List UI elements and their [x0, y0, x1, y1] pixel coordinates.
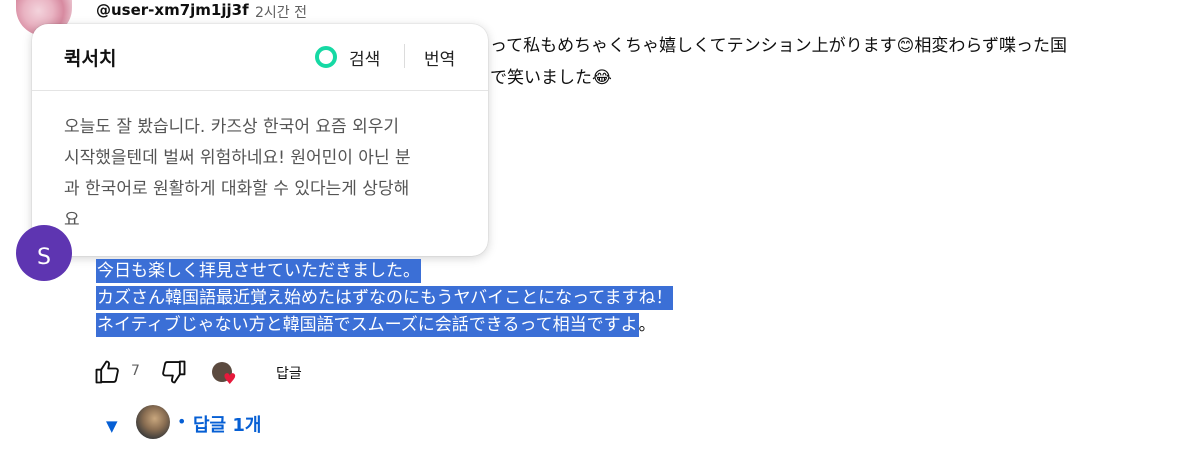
chevron-down-icon[interactable]: ▼ — [106, 417, 118, 435]
reply-button[interactable]: 답글 — [276, 363, 302, 383]
quick-search-popup: 퀵서치 검색 번역 오늘도 잘 봤습니다. 카즈상 한국어 요즘 외우기 시작했… — [32, 24, 488, 256]
comment-text: って私もめちゃくちゃ嬉しくてテンション上がります😊相変わらず喋った国 で笑いまし… — [490, 30, 1180, 94]
translation-text: 오늘도 잘 봤습니다. 카즈상 한국어 요즘 외우기 시작했을텐데 벌써 위험하… — [64, 112, 469, 236]
view-replies-button[interactable]: 답글 1개 — [193, 411, 261, 437]
translation-line: 과 한국어로 원활하게 대화할 수 있다는게 상당해 — [64, 179, 410, 199]
translation-line: 요 — [64, 210, 80, 230]
reply-author-avatar — [136, 405, 170, 439]
comment-text-selected: 今日も楽しく拝見させていただきました。 カズさん韓国語最近覚え始めたはずなのにも… — [96, 258, 674, 339]
thumbs-up-icon[interactable] — [93, 358, 121, 386]
heart-icon: ♥ — [223, 370, 237, 388]
search-radio-icon[interactable] — [315, 46, 337, 68]
separator-dot: • — [177, 412, 187, 431]
translation-line: 오늘도 잘 봤습니다. 카즈상 한국어 요즘 외우기 — [64, 117, 399, 137]
translate-tab[interactable]: 번역 — [424, 45, 455, 70]
comment-text-tail: 。 — [638, 315, 656, 335]
like-count: 7 — [131, 363, 140, 379]
comment-text-line: で笑いました😂 — [490, 68, 612, 88]
popup-title: 퀵서치 — [64, 48, 117, 70]
divider — [404, 44, 405, 68]
avatar[interactable]: S — [16, 225, 72, 281]
selected-line: 今日も楽しく拝見させていただきました。 — [96, 259, 421, 283]
search-tab[interactable]: 검색 — [349, 45, 380, 70]
thumbs-down-icon[interactable] — [160, 358, 188, 386]
translation-line: 시작했을텐데 벌써 위험하네요! 원어민이 아닌 분 — [64, 148, 411, 168]
comment-timestamp[interactable]: 2시간 전 — [255, 2, 307, 22]
selected-line: ネイティブじゃない方と韓国語でスムーズに会話できるって相当ですよ — [96, 313, 639, 337]
selected-line: カズさん韓国語最近覚え始めたはずなのにもうヤバイことになってますね！ — [96, 286, 674, 310]
comment-text-line: って私もめちゃくちゃ嬉しくてテンション上がります😊相変わらず喋った国 — [490, 36, 1068, 56]
comment-author[interactable]: @user-xm7jm1jj3f — [96, 1, 249, 19]
